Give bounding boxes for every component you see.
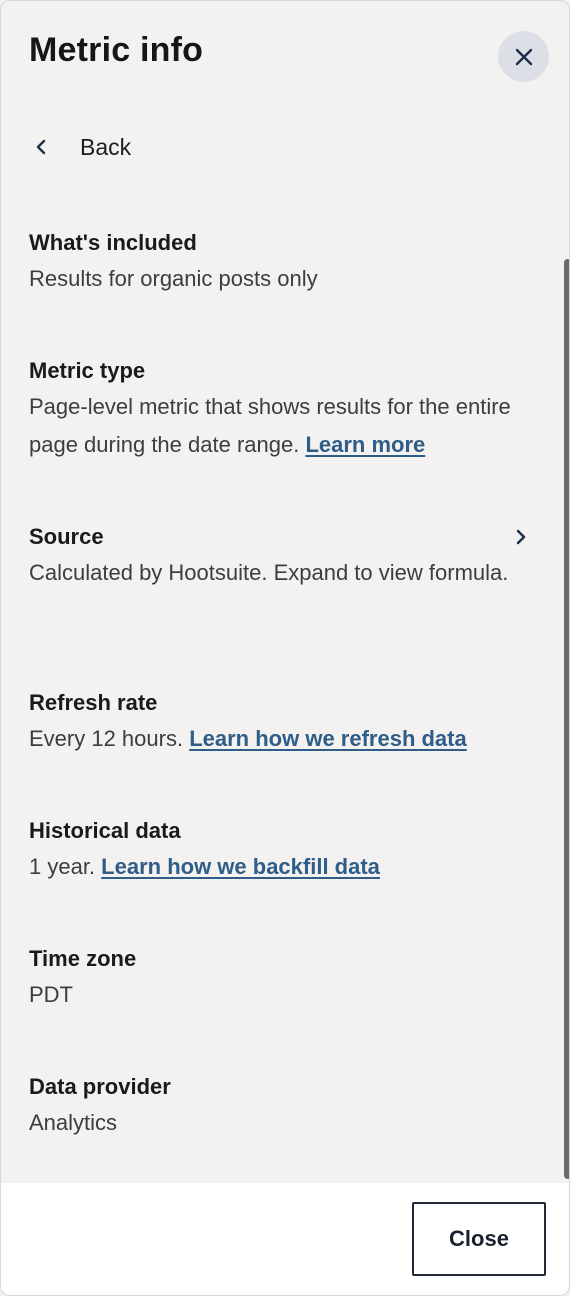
section-body: Analytics (29, 1110, 118, 1135)
close-panel-button[interactable] (498, 31, 549, 82)
section-title: Metric type (29, 358, 146, 383)
section-title: Historical data (29, 818, 181, 843)
section-historical-data: Historical data 1 year. Learn how we bac… (29, 814, 529, 942)
section-body: 1 year. Learn how we backfill data (29, 848, 529, 886)
close-button[interactable]: Close (412, 1202, 546, 1276)
chevron-right-icon[interactable] (507, 523, 535, 551)
section-time-zone: Time zone PDT (29, 942, 529, 1070)
section-title: What's included (29, 230, 197, 255)
scrollbar-thumb[interactable] (564, 259, 569, 1179)
learn-more-link[interactable]: Learn more (305, 432, 425, 457)
chevron-left-icon (29, 135, 53, 159)
section-metric-type: Metric type Page-level metric that shows… (29, 354, 529, 520)
section-title: Time zone (29, 946, 137, 971)
section-title: Data provider (29, 1074, 171, 1099)
close-icon (515, 48, 532, 65)
section-title: Source (29, 524, 104, 549)
section-data-provider: Data provider Analytics (29, 1070, 529, 1198)
section-refresh-rate: Refresh rate Every 12 hours. Learn how w… (29, 686, 529, 814)
back-link[interactable]: Back (29, 129, 131, 165)
section-body: PDT (29, 982, 73, 1007)
backfill-data-link[interactable]: Learn how we backfill data (101, 854, 380, 879)
metric-details: What's included Results for organic post… (29, 226, 529, 1198)
section-body-text: Page-level metric that shows results for… (29, 394, 511, 457)
section-body: Page-level metric that shows results for… (29, 388, 529, 464)
section-source[interactable]: Source Calculated by Hootsuite. Expand t… (29, 520, 529, 686)
section-title: Refresh rate (29, 690, 158, 715)
panel-footer: Close (1, 1183, 569, 1295)
section-body-text: Every 12 hours. (29, 726, 184, 751)
section-whats-included: What's included Results for organic post… (29, 226, 529, 354)
section-body-text: 1 year. (29, 854, 96, 879)
panel-title: Metric info (29, 31, 204, 69)
section-body: Results for organic posts only (29, 266, 318, 291)
section-body: Every 12 hours. Learn how we refresh dat… (29, 720, 529, 758)
section-body: Calculated by Hootsuite. Expand to view … (29, 560, 509, 585)
back-label: Back (80, 133, 132, 160)
refresh-data-link[interactable]: Learn how we refresh data (189, 726, 467, 751)
metric-info-panel: Metric info Back What's included Results… (0, 0, 570, 1296)
